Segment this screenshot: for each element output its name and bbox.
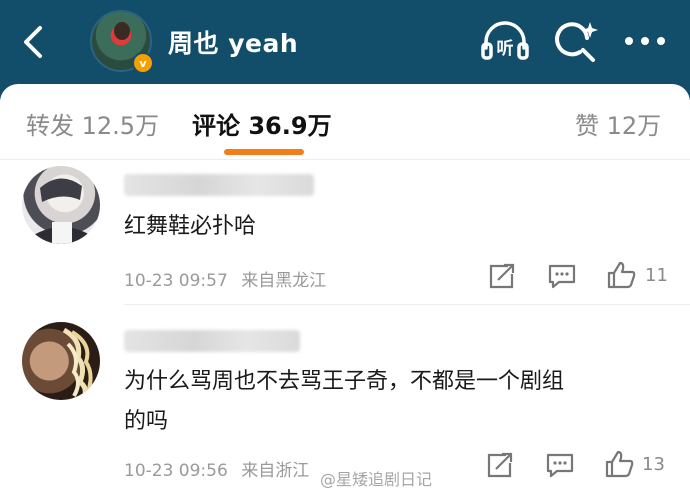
comment-time: 10-23 09:56 xyxy=(124,461,228,481)
divider xyxy=(0,159,690,160)
comment-location: 来自黑龙江 xyxy=(241,271,327,291)
headphones-listen-icon[interactable]: 听 xyxy=(480,18,530,64)
like-count: 11 xyxy=(645,265,668,286)
comment-text-line: 的吗 xyxy=(124,409,169,434)
comment-text: 为什么骂周也不去骂王子奇，不都是一个剧组 的吗 xyxy=(124,362,564,442)
reply-icon[interactable] xyxy=(545,451,575,479)
tab-likes[interactable]: 赞 12万 xyxy=(575,106,661,141)
reply-icon[interactable] xyxy=(547,262,577,290)
user-name[interactable]: 周也 yeah xyxy=(168,24,298,60)
listen-label: 听 xyxy=(497,38,514,59)
comment-location: 来自浙江 xyxy=(241,461,310,481)
like-icon[interactable] xyxy=(606,261,636,289)
comment-text: 红舞鞋必扑哈 xyxy=(124,214,257,239)
search-sparkle-icon[interactable] xyxy=(554,20,598,64)
comment-avatar[interactable] xyxy=(22,322,100,400)
comment-text-line: 为什么骂周也不去骂王子奇，不都是一个剧组 xyxy=(124,369,565,394)
divider xyxy=(124,304,690,305)
comment-meta: 10-23 09:57 来自黑龙江 xyxy=(124,266,326,291)
share-icon[interactable] xyxy=(486,262,516,290)
share-icon[interactable] xyxy=(484,451,514,479)
comment-username-blurred[interactable] xyxy=(124,174,314,196)
comment-username-blurred[interactable] xyxy=(124,330,300,352)
comment-avatar[interactable] xyxy=(22,166,100,244)
like-icon[interactable] xyxy=(604,450,634,478)
watermark: @星矮追剧日记 xyxy=(320,470,433,489)
comment-meta: 10-23 09:56 来自浙江 xyxy=(124,456,309,481)
tab-comments[interactable]: 评论 36.9万 xyxy=(192,106,332,141)
tab-repost[interactable]: 转发 12.5万 xyxy=(26,106,159,141)
active-tab-indicator xyxy=(224,149,304,155)
back-icon[interactable] xyxy=(14,22,54,62)
comment-time: 10-23 09:57 xyxy=(124,271,228,291)
like-count: 13 xyxy=(642,454,665,475)
tab-bar: 转发 12.5万 评论 36.9万 赞 12万 xyxy=(0,84,690,160)
verified-badge: v xyxy=(132,52,154,74)
more-dots-icon[interactable] xyxy=(622,28,668,54)
